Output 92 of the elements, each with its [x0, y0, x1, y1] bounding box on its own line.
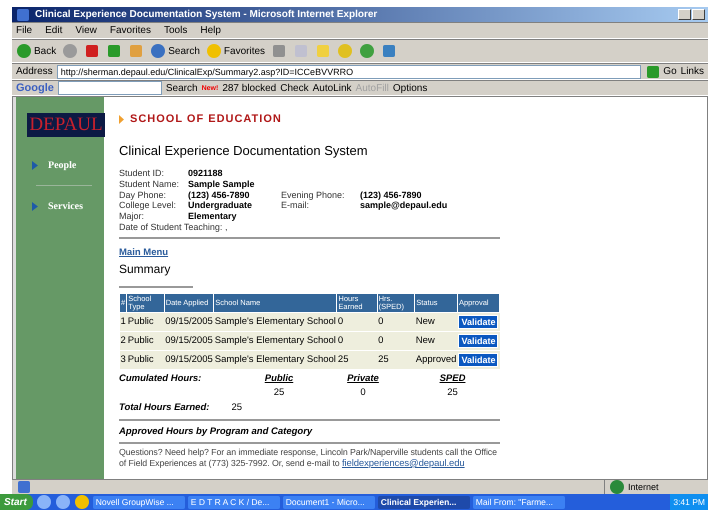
table-cell: New [414, 312, 458, 332]
table-cell: 09/15/2005 [164, 312, 214, 332]
table-cell: Sample's Elementary School [214, 350, 337, 370]
triangle-icon [32, 160, 38, 170]
go-button[interactable]: Go [645, 64, 677, 80]
field-value: (123) 456-7890 [360, 190, 423, 200]
check-button[interactable]: Check [280, 82, 309, 94]
taskbar-button[interactable]: Document1 - Micro... [282, 496, 375, 508]
field-label: Evening Phone: [281, 190, 346, 200]
table-cell: Public [126, 350, 164, 370]
field-value: 0921188 [188, 168, 224, 179]
table-cell: 1 [120, 312, 127, 332]
menu-item[interactable]: View [75, 25, 97, 36]
total-value: 25 [231, 402, 242, 413]
table-cell: New [414, 331, 458, 350]
validate-button[interactable]: Validate [458, 314, 498, 329]
google-logo[interactable]: Google [16, 82, 54, 94]
field-label: Day Phone: [119, 190, 168, 200]
page-title: Clinical Experience Documentation System [119, 143, 369, 158]
category-header: Private [346, 372, 380, 384]
menu-item[interactable]: Tools [164, 25, 188, 36]
cumulated-label: Cumulated Hours: [119, 372, 202, 384]
field-row-text: Date of Student Teaching: , [119, 222, 228, 233]
triangle-icon [32, 202, 38, 210]
favorites-button[interactable]: Favorites [206, 43, 266, 59]
field-label: E-mail: [281, 200, 310, 212]
google-search-field[interactable] [58, 81, 162, 95]
search-button[interactable]: Search [166, 82, 198, 94]
address-field[interactable]: http://sherman.depaul.edu/ClinicalExp/Summary2.asp?ID=ICCeBVVRRO [56, 64, 642, 78]
table-cell: Public [126, 331, 164, 350]
field-label: Major: [119, 211, 146, 222]
menu-item[interactable]: Help [200, 25, 221, 36]
taskbar-button[interactable]: E D T R A C K / De... [188, 496, 280, 508]
field-value: Sample Sample [188, 178, 256, 190]
category-header: Public [264, 372, 294, 384]
table-cell: 0 [377, 312, 415, 332]
table-cell: 09/15/2005 [164, 350, 214, 370]
menu-item[interactable]: Edit [45, 25, 62, 36]
autolink-button[interactable]: AutoLink [312, 82, 352, 94]
validate-button[interactable]: Validate [458, 352, 498, 367]
table-cell: Approved [414, 350, 458, 370]
field-value: Elementary [188, 211, 238, 222]
options-button[interactable]: Options [392, 82, 428, 94]
table-cell: 2 [120, 331, 127, 350]
triangle-icon [119, 114, 124, 124]
field-label: College Level: [119, 200, 178, 212]
start-button[interactable]: Start [0, 494, 33, 510]
menu-item[interactable]: Favorites [110, 25, 151, 36]
category-value: 25 [272, 386, 286, 398]
depaul-logo: DEPAUL [27, 113, 105, 137]
links-button[interactable]: Links [680, 66, 704, 77]
minimize-button[interactable] [678, 9, 691, 20]
section-title: Summary [119, 262, 172, 276]
taskbar-button[interactable]: Mail From: "Farme... [472, 496, 565, 508]
category-header: SPED [438, 372, 466, 384]
table-cell: Public [126, 312, 164, 332]
email-link[interactable]: fieldexperiences@depaul.edu [342, 458, 465, 469]
category-value: 0 [359, 386, 367, 398]
table-cell: 0 [377, 331, 415, 350]
table-cell: 3 [120, 350, 127, 370]
field-value: (123) 456-7890 [188, 190, 251, 200]
window-title: Clinical Experience Documentation System - Microsoft Internet Explorer [35, 9, 378, 20]
taskbar-button[interactable]: Clinical Experien... [378, 496, 470, 508]
field-value: sample@depaul.edu [360, 200, 448, 212]
maximize-button[interactable] [692, 9, 705, 20]
table-cell: 25 [377, 350, 415, 370]
table-cell: Sample's Elementary School [214, 331, 337, 350]
field-label: Student Name: [119, 178, 180, 190]
validate-button[interactable]: Validate [458, 334, 498, 348]
address-label: Address [16, 66, 53, 77]
back-button[interactable]: Back [16, 43, 56, 59]
field-label: Student ID: [119, 168, 166, 179]
taskbar-button[interactable]: Novell GroupWise ... [92, 496, 185, 508]
category-value: 25 [446, 386, 459, 398]
search-button[interactable]: Search [150, 43, 200, 59]
table-cell: 0 [336, 331, 378, 350]
field-value: Undergraduate [188, 200, 254, 212]
table-cell: 25 [336, 350, 378, 370]
sidebar-label: Services [48, 200, 83, 212]
popup-blocked-button[interactable]: 287 blocked [222, 82, 276, 94]
sidebar-label: People [48, 160, 76, 170]
total-label: Total Hours Earned: [119, 402, 210, 413]
help-text: Questions? Need help? For an immediate response, Lincoln Park/Naperville students call the Office of Field Experiences at (773) 325-7992. Or, send e-mail to fieldexperiences@depaul.edu [119, 446, 498, 469]
clock: 3:41 PM [673, 497, 705, 507]
table-cell: Sample's Elementary School [214, 312, 337, 332]
zone-label: Internet [628, 482, 659, 492]
section-heading: Approved Hours by Program and Category [119, 426, 314, 437]
main-menu-link[interactable]: Main Menu [119, 246, 168, 258]
table-cell: 0 [336, 312, 378, 332]
table-cell: 09/15/2005 [164, 331, 214, 350]
school-header: SCHOOL OF EDUCATION [130, 113, 282, 125]
menu-item[interactable]: File [16, 25, 32, 36]
